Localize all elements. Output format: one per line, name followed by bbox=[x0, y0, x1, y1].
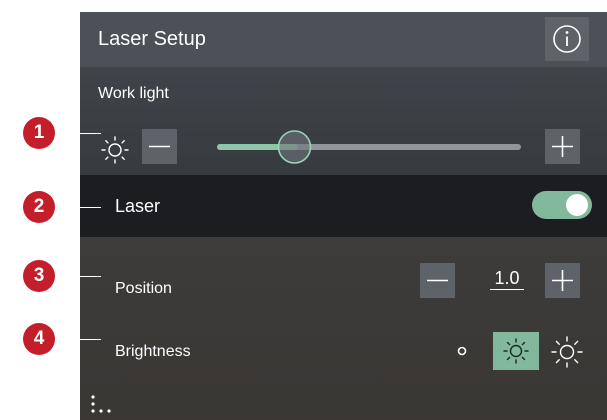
brightness-low-icon[interactable] bbox=[452, 341, 472, 361]
brightness-high-icon[interactable] bbox=[550, 335, 584, 369]
position-value[interactable]: 1.0 bbox=[490, 267, 524, 290]
work-light-slider[interactable] bbox=[210, 127, 525, 167]
info-icon bbox=[553, 25, 581, 53]
laser-toggle[interactable] bbox=[532, 191, 592, 219]
sun-icon bbox=[101, 136, 129, 164]
header-bar: Laser Setup bbox=[80, 12, 607, 67]
brightness-medium-button[interactable] bbox=[493, 332, 539, 370]
callout-leader-4 bbox=[55, 339, 101, 341]
plus-icon bbox=[552, 270, 573, 291]
page-title: Laser Setup bbox=[98, 28, 206, 50]
work-light-decrease-button[interactable] bbox=[142, 129, 177, 164]
work-light-section: Work light bbox=[80, 67, 607, 175]
work-light-label: Work light bbox=[98, 85, 169, 102]
callout-marker-4: 4 bbox=[23, 323, 55, 355]
callout-leader-1 bbox=[55, 133, 101, 135]
laser-label: Laser bbox=[115, 196, 161, 216]
callout-marker-2: 2 bbox=[23, 191, 55, 223]
settings-section: Position 1.0 Brightness bbox=[80, 237, 607, 420]
minus-icon bbox=[427, 279, 448, 282]
callout-leader-3 bbox=[55, 276, 101, 278]
sun-icon bbox=[503, 338, 529, 364]
laser-setup-panel: Laser Setup Work light Laser Position 1.… bbox=[80, 12, 607, 420]
brightness-label: Brightness bbox=[115, 343, 191, 360]
plus-icon bbox=[552, 136, 573, 157]
position-increase-button[interactable] bbox=[545, 263, 580, 298]
callout-marker-3: 3 bbox=[23, 260, 55, 292]
callout-leader-2 bbox=[55, 207, 101, 209]
laser-row: Laser bbox=[80, 175, 607, 237]
position-decrease-button[interactable] bbox=[420, 263, 455, 298]
slider-thumb bbox=[277, 130, 312, 164]
work-light-increase-button[interactable] bbox=[545, 129, 580, 164]
toggle-knob bbox=[566, 194, 588, 216]
info-button[interactable] bbox=[545, 17, 589, 61]
position-label: Position bbox=[115, 280, 172, 297]
minus-icon bbox=[149, 145, 170, 148]
dots-menu-icon[interactable] bbox=[88, 389, 120, 419]
callout-marker-1: 1 bbox=[23, 117, 55, 149]
